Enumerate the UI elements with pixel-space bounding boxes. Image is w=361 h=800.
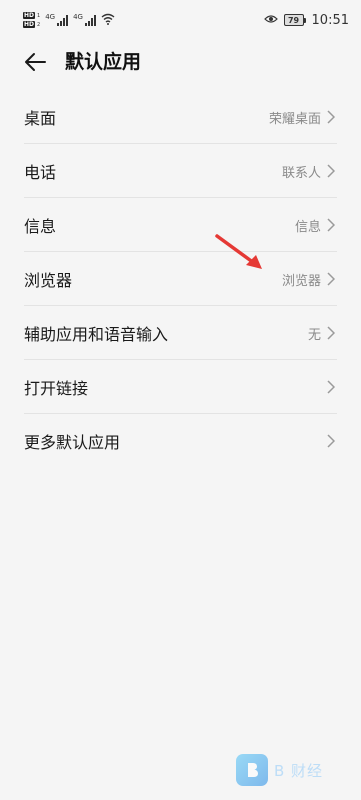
hd-icon: HD <box>23 12 36 19</box>
watermark-text: B 财经 <box>274 761 324 780</box>
list-item-value: 无 <box>307 327 321 343</box>
list-item-assist-voice-input[interactable]: 辅助应用和语音输入 无 <box>0 306 361 360</box>
chevron-right-icon <box>327 272 337 286</box>
page-title: 默认应用 <box>65 51 142 73</box>
list-item-label: 辅助应用和语音输入 <box>24 325 169 344</box>
hd-indicators: HD 1 HD 2 <box>23 12 40 28</box>
list-item-value: 荣耀桌面 <box>268 111 321 127</box>
list-item-messages[interactable]: 信息 信息 <box>0 198 361 252</box>
chevron-right-icon <box>327 164 337 178</box>
status-clock: 10:51 <box>311 12 349 28</box>
chevron-right-icon <box>327 434 337 448</box>
list-item-phone[interactable]: 电话 联系人 <box>0 144 361 198</box>
list-item-label: 浏览器 <box>24 271 73 290</box>
list-item-trailing: 无 <box>308 324 337 343</box>
watermark-logo-icon <box>236 754 268 786</box>
list-item-trailing: 荣耀桌面 <box>269 108 337 127</box>
list-item-browser[interactable]: 浏览器 浏览器 <box>0 252 361 306</box>
list-item-more-defaults[interactable]: 更多默认应用 <box>0 414 361 468</box>
back-arrow-icon <box>25 53 46 71</box>
hd-label: 2 <box>37 21 41 28</box>
battery-level: 79 <box>283 14 304 26</box>
chevron-right-icon <box>327 326 337 340</box>
list-item-label: 打开链接 <box>24 379 89 398</box>
list-item-value: 联系人 <box>281 165 321 181</box>
list-item-label: 电话 <box>24 163 57 182</box>
list-item-trailing: 信息 <box>295 216 337 235</box>
status-bar: HD 1 HD 2 4G 4G 79 10:51 <box>0 0 361 40</box>
watermark: B 财经 <box>236 752 356 788</box>
list-item-label: 更多默认应用 <box>24 433 121 452</box>
back-button[interactable] <box>20 50 50 74</box>
cell-signal-icon: 4G <box>73 14 96 26</box>
cell-signal-icon: 4G <box>45 13 69 26</box>
default-apps-list: 桌面 荣耀桌面 电话 联系人 信息 信息 浏览器 浏览器 辅助应用和语音输入 无… <box>0 90 361 468</box>
hd-icon: HD <box>23 21 36 28</box>
chevron-right-icon <box>327 380 337 394</box>
list-item-trailing: 浏览器 <box>282 270 337 289</box>
list-item-open-links[interactable]: 打开链接 <box>0 360 361 414</box>
network-type-label: 4G <box>45 13 56 21</box>
eye-icon <box>263 13 278 27</box>
hd-indicator-2: HD 2 <box>23 21 40 28</box>
list-item-trailing <box>321 434 337 448</box>
list-item-trailing: 联系人 <box>282 162 337 181</box>
status-bar-left: HD 1 HD 2 4G 4G <box>23 12 115 28</box>
hd-indicator-1: HD 1 <box>23 12 40 19</box>
app-header: 默认应用 <box>0 42 361 82</box>
list-item-value: 浏览器 <box>281 273 321 289</box>
hd-label: 1 <box>37 12 41 19</box>
list-item-value: 信息 <box>294 219 321 235</box>
status-bar-right: 79 10:51 <box>263 12 349 28</box>
list-item-desktop[interactable]: 桌面 荣耀桌面 <box>0 90 361 144</box>
wifi-icon <box>101 13 115 28</box>
chevron-right-icon <box>327 110 337 124</box>
battery-icon: 79 <box>283 14 306 26</box>
list-item-label: 桌面 <box>24 109 57 128</box>
list-item-label: 信息 <box>24 217 57 236</box>
annotation-arrow-icon <box>214 232 266 272</box>
network-type-label: 4G <box>73 13 83 21</box>
chevron-right-icon <box>327 218 337 232</box>
list-item-trailing <box>321 380 337 394</box>
